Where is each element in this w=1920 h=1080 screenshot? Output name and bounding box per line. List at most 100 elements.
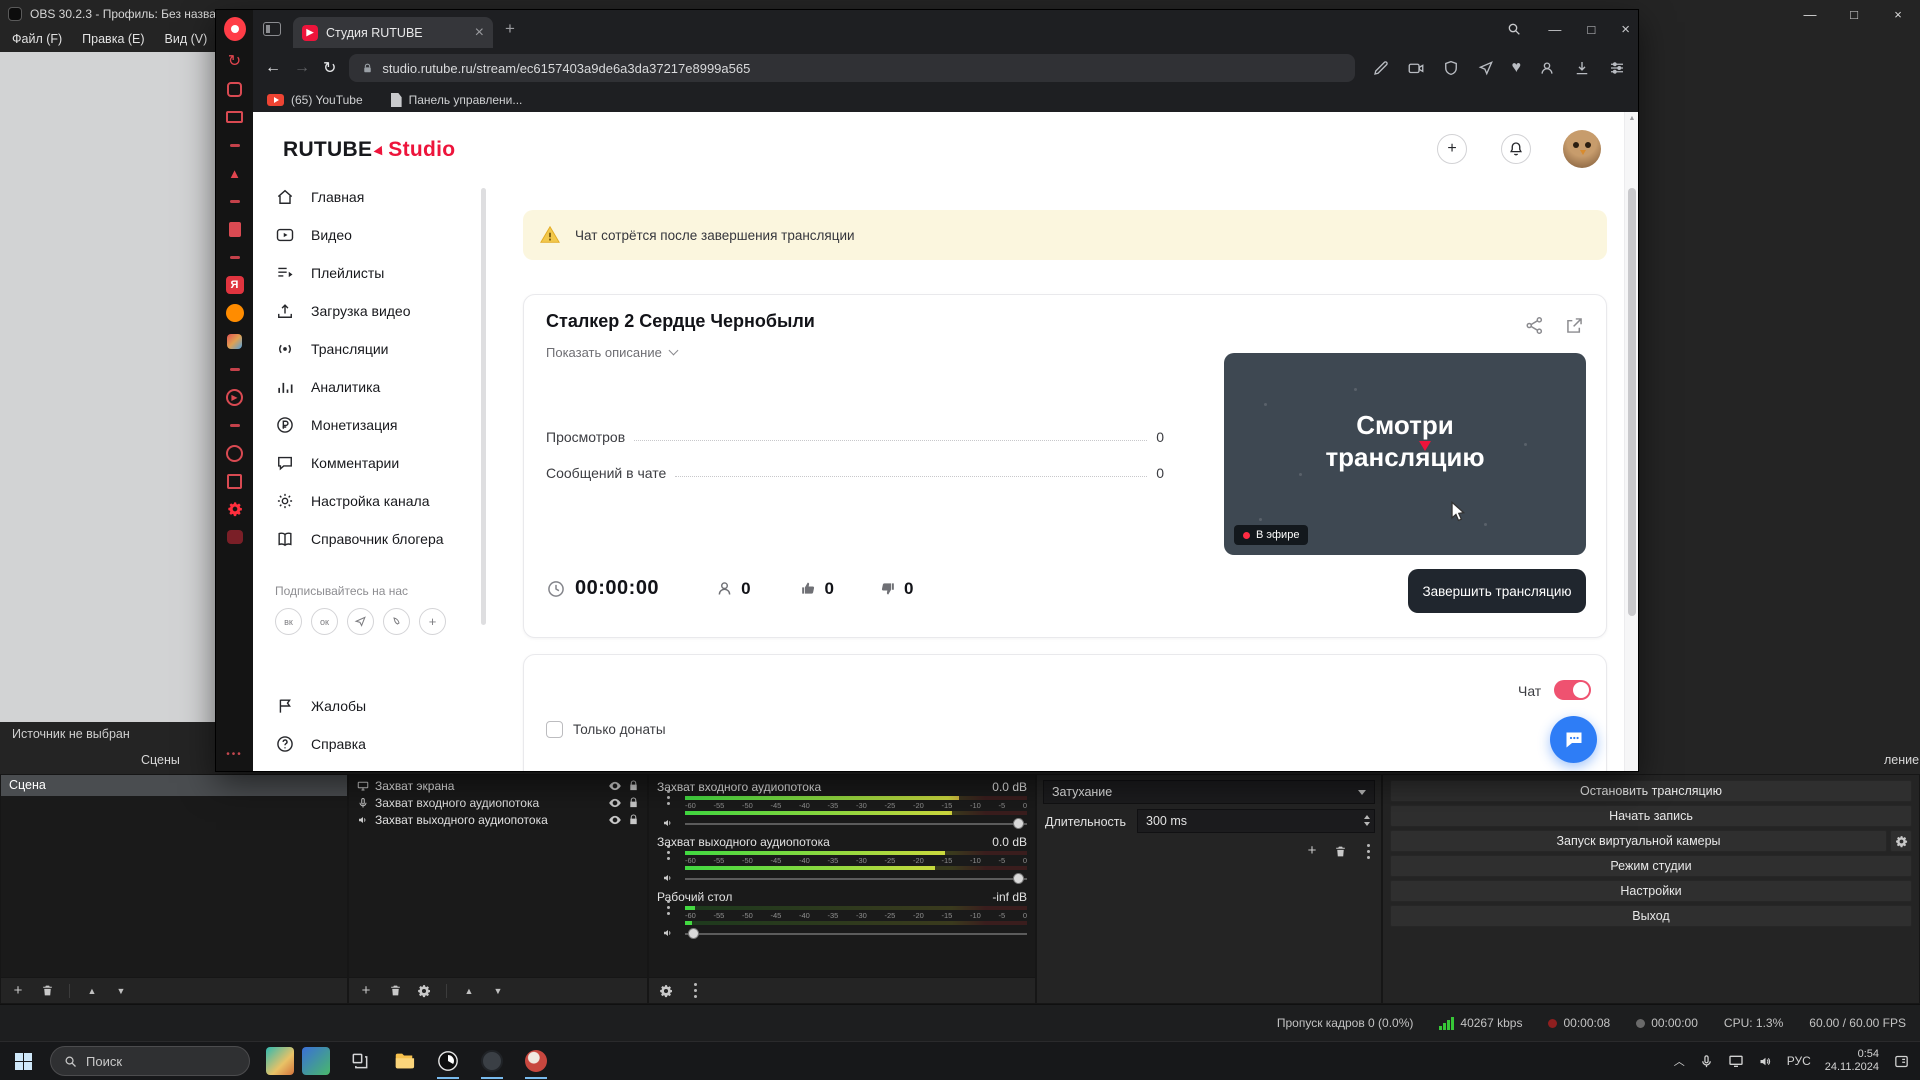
lock-icon[interactable]	[628, 814, 639, 825]
basket-icon[interactable]	[224, 80, 246, 98]
virtual-camera-gear-icon[interactable]	[1890, 830, 1912, 852]
sidebar-item-comments[interactable]: Комментарии	[265, 444, 483, 482]
tab-close-icon[interactable]: ×	[475, 24, 484, 42]
obs-minimize-button[interactable]: —	[1788, 0, 1832, 30]
lock-icon[interactable]	[628, 797, 639, 808]
send-icon[interactable]	[1477, 59, 1495, 77]
source-down-button[interactable]: ▼	[491, 983, 505, 999]
scene-item[interactable]: Сцена	[1, 775, 347, 796]
create-plus-button[interactable]: +	[1437, 134, 1467, 164]
camera-icon[interactable]	[224, 528, 246, 546]
show-description-link[interactable]: Показать описание	[546, 345, 677, 360]
settings-button[interactable]: Настройки	[1390, 880, 1912, 902]
file-explorer-icon[interactable]	[390, 1047, 418, 1075]
spinner-arrows[interactable]	[1364, 815, 1370, 826]
browser-maximize-button[interactable]: □	[1587, 22, 1595, 37]
dislikes-counter[interactable]: 0	[878, 579, 913, 599]
lock-icon[interactable]	[628, 780, 639, 791]
virtual-camera-button[interactable]: Запуск виртуальной камеры	[1390, 830, 1887, 852]
sidebar-item-home[interactable]: Главная	[265, 178, 483, 216]
play-icon[interactable]: ▶	[224, 388, 246, 406]
language-indicator[interactable]: РУС	[1787, 1054, 1811, 1068]
remove-transition-button[interactable]	[1333, 843, 1347, 859]
sidebar-item-analytics[interactable]: Аналитика	[265, 368, 483, 406]
vk-icon[interactable]: вк	[275, 608, 302, 635]
mountain-icon[interactable]: ▲	[224, 164, 246, 182]
speaker-icon[interactable]	[662, 927, 674, 939]
volume-slider[interactable]	[685, 872, 1027, 885]
downloads-icon[interactable]	[1573, 59, 1591, 77]
task-view-icon[interactable]	[346, 1047, 374, 1075]
add-source-button[interactable]: +	[359, 983, 373, 999]
source-up-button[interactable]: ▲	[462, 983, 476, 999]
obs-menu-edit[interactable]: Правка (E)	[72, 28, 154, 52]
assistant-icon[interactable]	[224, 16, 246, 42]
transition-select[interactable]: Затухание	[1043, 780, 1375, 804]
palette-icon[interactable]	[224, 332, 246, 350]
back-icon[interactable]: ←	[265, 59, 281, 77]
new-tab-button[interactable]: +	[505, 19, 515, 39]
start-record-button[interactable]: Начать запись	[1390, 805, 1912, 827]
eye-icon[interactable]	[608, 796, 622, 810]
duration-spinner[interactable]: 300 ms	[1137, 809, 1375, 833]
bookmark-icon[interactable]	[224, 220, 246, 238]
sidebar-scrollbar[interactable]	[481, 188, 486, 625]
mixer-more-icon[interactable]	[688, 983, 702, 999]
tab-studio-rutube[interactable]: ▶ Студия RUTUBE ×	[293, 17, 493, 48]
sidebar-item-blogger-handbook[interactable]: Справочник блогера	[265, 520, 483, 558]
clock-icon[interactable]	[224, 444, 246, 462]
start-button[interactable]	[0, 1042, 46, 1080]
page-scrollbar[interactable]: ▲	[1624, 112, 1638, 771]
scene-up-button[interactable]: ▲	[85, 983, 99, 999]
share-icon[interactable]	[1524, 315, 1545, 336]
only-donations-option[interactable]: Только донаты	[546, 721, 666, 738]
bookmark-control-panel[interactable]: Панель управлени...	[391, 93, 523, 107]
widget-thumbnail-icon[interactable]	[302, 1047, 330, 1075]
sidebar-item-help[interactable]: Справка	[265, 725, 483, 763]
music-icon[interactable]	[224, 304, 246, 322]
remove-scene-button[interactable]	[40, 983, 54, 999]
address-bar[interactable]: studio.rutube.ru/stream/ec6157403a9de6a3…	[349, 54, 1354, 82]
exit-button[interactable]: Выход	[1390, 905, 1912, 927]
obs-menu-view[interactable]: Вид (V)	[155, 28, 218, 52]
source-row[interactable]: Захват входного аудиопотока	[349, 794, 647, 811]
user-avatar[interactable]	[1563, 130, 1601, 168]
sidebar-item-videos[interactable]: Видео	[265, 216, 483, 254]
tray-volume-icon[interactable]	[1758, 1054, 1773, 1069]
tray-mic-icon[interactable]	[1699, 1054, 1714, 1069]
source-row[interactable]: Захват выходного аудиопотока	[349, 811, 647, 828]
sidebar-item-streams[interactable]: Трансляции	[265, 330, 483, 368]
volume-slider[interactable]	[685, 817, 1027, 830]
stop-stream-button[interactable]: Остановить трансляцию	[1390, 780, 1912, 802]
tray-expand-icon[interactable]: ︿	[1674, 1053, 1685, 1069]
end-stream-button[interactable]: Завершить трансляцию	[1408, 569, 1586, 613]
forward-icon[interactable]: →	[294, 59, 310, 77]
remove-source-button[interactable]	[388, 983, 402, 999]
obs-maximize-button[interactable]: □	[1832, 0, 1876, 30]
tab-search-icon[interactable]	[1506, 21, 1522, 37]
scene-down-button[interactable]: ▼	[114, 983, 128, 999]
eye-icon[interactable]	[608, 813, 622, 827]
obs-close-button[interactable]: ×	[1876, 0, 1920, 30]
gear-icon[interactable]	[224, 500, 246, 518]
add-transition-button[interactable]: +	[1305, 843, 1319, 859]
speaker-icon[interactable]	[662, 817, 674, 829]
scroll-up-arrow-icon[interactable]: ▲	[1625, 115, 1638, 122]
eye-icon[interactable]	[608, 779, 622, 793]
channel-menu-icon[interactable]	[667, 796, 670, 799]
widget-thumbnail-icon[interactable]	[266, 1047, 294, 1075]
speaker-icon[interactable]	[662, 872, 674, 884]
obs-preview-canvas[interactable]	[0, 52, 252, 722]
external-link-icon[interactable]	[1564, 315, 1585, 336]
volume-slider[interactable]	[685, 927, 1027, 940]
transition-more-icon[interactable]	[1361, 843, 1375, 859]
sidebar-item-channel-settings[interactable]: Настройка канала	[265, 482, 483, 520]
sidebar-item-playlists[interactable]: Плейлисты	[265, 254, 483, 292]
bookmark-youtube[interactable]: (65) YouTube	[267, 93, 363, 107]
favorites-heart-icon[interactable]: ♥	[1512, 59, 1522, 77]
box-icon[interactable]	[224, 472, 246, 490]
shield-icon[interactable]	[1442, 59, 1460, 77]
viber-icon[interactable]	[383, 608, 410, 635]
taskbar-search[interactable]: Поиск	[50, 1046, 250, 1076]
app-taskbar-icon[interactable]	[478, 1047, 506, 1075]
